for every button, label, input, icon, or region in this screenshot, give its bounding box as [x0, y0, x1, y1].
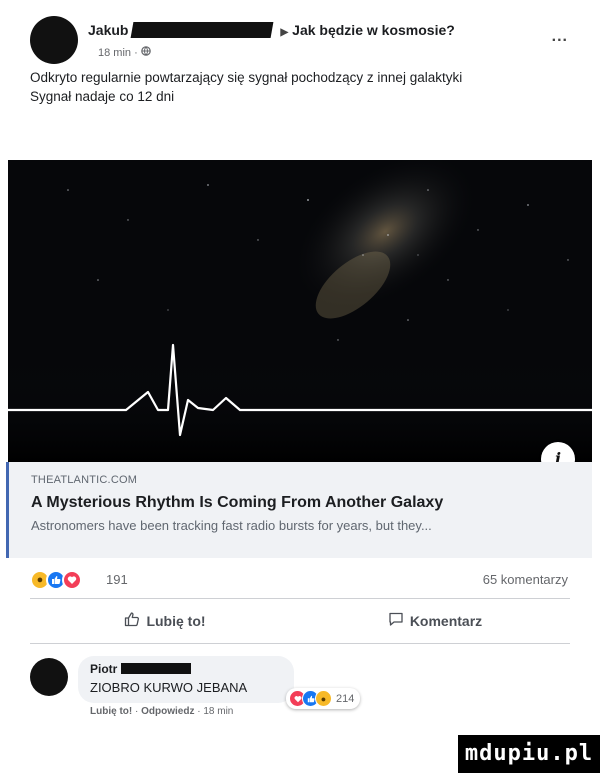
reaction-icons[interactable]: ● — [30, 570, 82, 590]
like-button[interactable]: Lubię to! — [30, 599, 300, 643]
post-text-line: Odkryto regularnie powtarzający się sygn… — [30, 70, 463, 85]
galaxy-heartbeat-illustration — [8, 160, 592, 462]
love-icon — [62, 570, 82, 590]
comment-icon — [388, 611, 404, 632]
comment-text: ZIOBRO KURWO JEBANA — [90, 680, 248, 695]
comment-reactions[interactable]: ● 214 — [286, 688, 361, 709]
comment-like-link[interactable]: Lubię to! — [90, 706, 132, 717]
redacted-name — [131, 22, 274, 38]
comment-meta: Lubię to! · Odpowiedz · 18 min — [90, 706, 233, 717]
like-label: Lubię to! — [146, 613, 206, 629]
post-header: Jakub ▶ Jak będzie w kosmosie? 18 min · ..… — [8, 6, 592, 68]
author-name[interactable]: Jakub — [88, 22, 128, 38]
link-title[interactable]: A Mysterious Rhythm Is Coming From Anoth… — [31, 494, 572, 512]
facebook-post: Jakub ▶ Jak będzie w kosmosie? 18 min · ..… — [6, 6, 592, 734]
comment-button[interactable]: Komentarz — [300, 599, 570, 643]
avatar[interactable] — [30, 16, 78, 64]
laugh-icon: ● — [315, 690, 332, 707]
link-image[interactable]: i — [8, 160, 592, 462]
redacted-name — [121, 663, 192, 674]
post-text-line: Sygnał nadaje co 12 dni — [30, 89, 175, 104]
comment-time[interactable]: 18 min — [203, 706, 233, 717]
link-domain: THEATLANTIC.COM — [31, 474, 138, 486]
group-arrow: ▶ — [280, 27, 289, 38]
reaction-bar: ● 191 65 komentarzy — [8, 558, 592, 598]
globe-icon — [141, 46, 151, 59]
reaction-count[interactable]: 191 — [106, 572, 128, 587]
comment-label: Komentarz — [409, 613, 483, 629]
commenter-name-line: Piotr — [90, 662, 282, 676]
post-meta: 18 min · — [98, 46, 151, 59]
meta-dot: · — [134, 47, 141, 59]
comment-reaction-count: 214 — [336, 692, 355, 705]
link-description: Astronomers have been tracking fast radi… — [31, 518, 432, 533]
action-bar: Lubię to! Komentarz — [8, 599, 592, 643]
comment-count[interactable]: 65 komentarzy — [483, 572, 568, 587]
post-text: Odkryto regularnie powtarzający się sygn… — [8, 68, 592, 160]
commenter-name[interactable]: Piotr — [90, 662, 117, 676]
comment-item: Piotr ZIOBRO KURWO JEBANA ● 214 Lubię to… — [8, 644, 592, 734]
more-options-button[interactable]: ... — [552, 28, 568, 46]
author-line: Jakub ▶ Jak będzie w kosmosie? — [88, 22, 455, 38]
watermark-logo: mdupiu.pl — [458, 735, 600, 773]
comment-bubble: Piotr ZIOBRO KURWO JEBANA — [78, 656, 294, 703]
link-preview[interactable]: THEATLANTIC.COM A Mysterious Rhythm Is C… — [6, 462, 592, 558]
group-name[interactable]: Jak będzie w kosmosie? — [292, 22, 455, 38]
post-time[interactable]: 18 min — [98, 47, 131, 59]
commenter-avatar[interactable] — [30, 658, 68, 696]
thumbs-up-icon — [124, 611, 140, 632]
comment-reply-link[interactable]: Odpowiedz — [141, 706, 194, 717]
